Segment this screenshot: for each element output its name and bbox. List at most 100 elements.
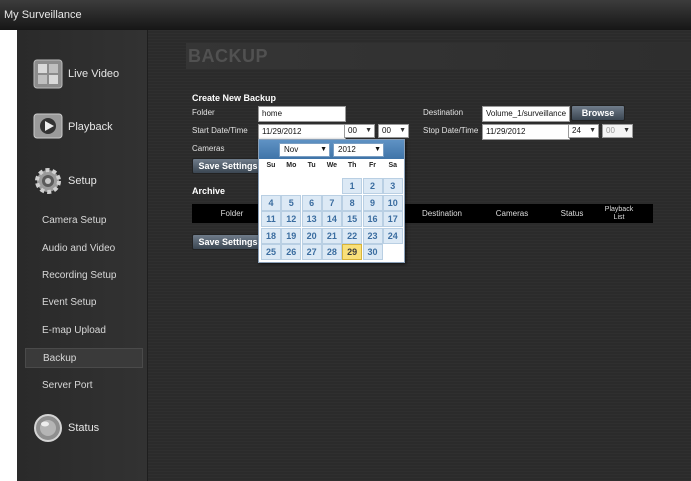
calendar-day[interactable]: 21	[321, 227, 342, 244]
chevron-down-icon: ▼	[365, 127, 372, 134]
calendar-day[interactable]: 23	[362, 227, 383, 244]
stop-minute-select[interactable]: 00 ▼	[602, 124, 633, 138]
calendar-day[interactable]: 20	[301, 227, 322, 244]
stop-hour-select[interactable]: 24 ▼	[568, 124, 599, 138]
sidebar-item-camera-setup[interactable]: Camera Setup	[25, 211, 143, 231]
calendar-day[interactable]: 16	[362, 211, 383, 227]
calendar-day[interactable]: 10	[382, 194, 403, 211]
status-icon	[34, 414, 62, 442]
stop-datetime-label: Stop Date/Time	[423, 126, 479, 135]
sidebar-item-backup[interactable]: Backup	[25, 348, 143, 368]
sidebar-item-label: Playback	[68, 121, 113, 133]
sidebar-item-label: Backup	[43, 353, 77, 364]
stop-date-input[interactable]	[482, 124, 570, 140]
app-frame: Live Video Playback Setup Camera Setup A…	[17, 30, 691, 481]
chevron-down-icon: ▼	[374, 146, 381, 153]
calendar-day[interactable]: 3	[382, 178, 403, 194]
sidebar-item-label: Recording Setup	[42, 270, 117, 281]
create-backup-heading: Create New Backup	[192, 93, 277, 103]
start-minute-value: 00	[382, 126, 391, 135]
start-hour-select[interactable]: 00 ▼	[344, 124, 375, 138]
sidebar-item-label: Audio and Video	[42, 243, 116, 254]
calendar-day[interactable]: 30	[362, 244, 383, 260]
sidebar-item-label: Status	[68, 422, 100, 434]
sidebar-item-recording-setup[interactable]: Recording Setup	[25, 266, 143, 286]
date-picker-header: Nov ▼ 2012 ▼	[259, 140, 404, 159]
column-header-cameras: Cameras	[495, 209, 529, 218]
sidebar-item-label: E-map Upload	[42, 325, 106, 336]
weekday-header: Th	[347, 162, 357, 169]
weekday-header: Fr	[369, 162, 376, 169]
chevron-down-icon: ▼	[589, 127, 596, 134]
calendar-day[interactable]: 1	[342, 178, 363, 194]
start-date-input[interactable]	[258, 124, 346, 140]
sidebar-item-label: Live Video	[68, 68, 120, 80]
sidebar-item-label: Setup	[68, 175, 97, 187]
month-value: Nov	[284, 145, 299, 154]
window-title: My Surveillance	[4, 9, 82, 21]
main-panel: BACKUP Create New Backup Folder Destinat…	[148, 30, 691, 481]
calendar-day[interactable]: 25	[261, 244, 281, 260]
destination-input[interactable]	[482, 106, 570, 122]
destination-label: Destination	[423, 108, 464, 117]
folder-input[interactable]	[258, 106, 346, 122]
date-picker-popup: Nov ▼ 2012 ▼ Su Mo Tu We Th Fr Sa 1 2 3 4 5 6 7 8 9 10 11 12…	[258, 139, 405, 263]
chevron-down-icon: ▼	[399, 127, 406, 134]
browse-button[interactable]: Browse	[571, 105, 625, 121]
sidebar-item-audio-and-video[interactable]: Audio and Video	[25, 239, 143, 259]
weekday-header: Sa	[388, 162, 398, 169]
weekday-header: We	[326, 162, 338, 169]
sidebar: Live Video Playback Setup Camera Setup A…	[17, 30, 148, 481]
calendar-day[interactable]: 8	[342, 194, 363, 211]
sidebar-item-label: Camera Setup	[42, 215, 107, 226]
weekday-header: Mo	[286, 162, 297, 169]
calendar-day[interactable]: 4	[261, 194, 281, 211]
sidebar-item-label: Event Setup	[42, 297, 97, 308]
page-title: BACKUP	[186, 43, 691, 69]
calendar-day[interactable]: 28	[321, 244, 342, 260]
calendar-day[interactable]: 18	[261, 227, 281, 244]
calendar-day[interactable]: 11	[261, 211, 281, 227]
window-titlebar: My Surveillance	[0, 0, 691, 30]
chevron-down-icon: ▼	[623, 127, 630, 134]
calendar-day[interactable]: 27	[301, 244, 322, 260]
start-minute-select[interactable]: 00 ▼	[378, 124, 409, 138]
calendar-day-today[interactable]: 29	[342, 244, 363, 260]
calendar-day[interactable]: 2	[362, 178, 383, 194]
calendar-day[interactable]: 15	[342, 211, 363, 227]
save-settings-button-archive[interactable]: Save Settings	[192, 234, 264, 250]
calendar-day[interactable]: 13	[301, 211, 322, 227]
cameras-label: Cameras	[192, 144, 225, 153]
gear-icon	[35, 168, 61, 194]
month-select[interactable]: Nov ▼	[279, 143, 330, 157]
calendar-day[interactable]: 26	[281, 244, 302, 260]
calendar-day[interactable]: 19	[281, 227, 302, 244]
stop-hour-value: 24	[572, 126, 581, 135]
year-value: 2012	[338, 145, 356, 154]
calendar-day[interactable]: 24	[382, 227, 403, 244]
stop-minute-value: 00	[606, 126, 615, 135]
calendar-day[interactable]: 14	[321, 211, 342, 227]
column-header-status: Status	[560, 209, 584, 218]
calendar-day[interactable]: 6	[301, 194, 322, 211]
calendar-day[interactable]: 9	[362, 194, 383, 211]
folder-label: Folder	[192, 108, 215, 117]
sidebar-item-server-port[interactable]: Server Port	[25, 376, 143, 396]
sidebar-item-e-map-upload[interactable]: E-map Upload	[25, 321, 143, 341]
playback-icon	[33, 113, 63, 139]
sidebar-item-event-setup[interactable]: Event Setup	[25, 293, 143, 313]
weekday-header: Su	[266, 162, 276, 169]
column-header-destination: Destination	[421, 209, 463, 218]
weekday-header: Tu	[307, 162, 316, 169]
save-settings-button[interactable]: Save Settings	[192, 158, 264, 174]
archive-heading: Archive	[192, 186, 226, 196]
calendar-day[interactable]: 17	[382, 211, 403, 227]
calendar-day[interactable]: 5	[281, 194, 302, 211]
year-select[interactable]: 2012 ▼	[333, 143, 384, 157]
calendar-day[interactable]: 12	[281, 211, 302, 227]
start-hour-value: 00	[348, 126, 357, 135]
calendar-day[interactable]: 22	[342, 227, 363, 244]
calendar-day[interactable]: 7	[321, 194, 342, 211]
live-video-icon	[33, 59, 63, 89]
chevron-down-icon: ▼	[320, 146, 327, 153]
